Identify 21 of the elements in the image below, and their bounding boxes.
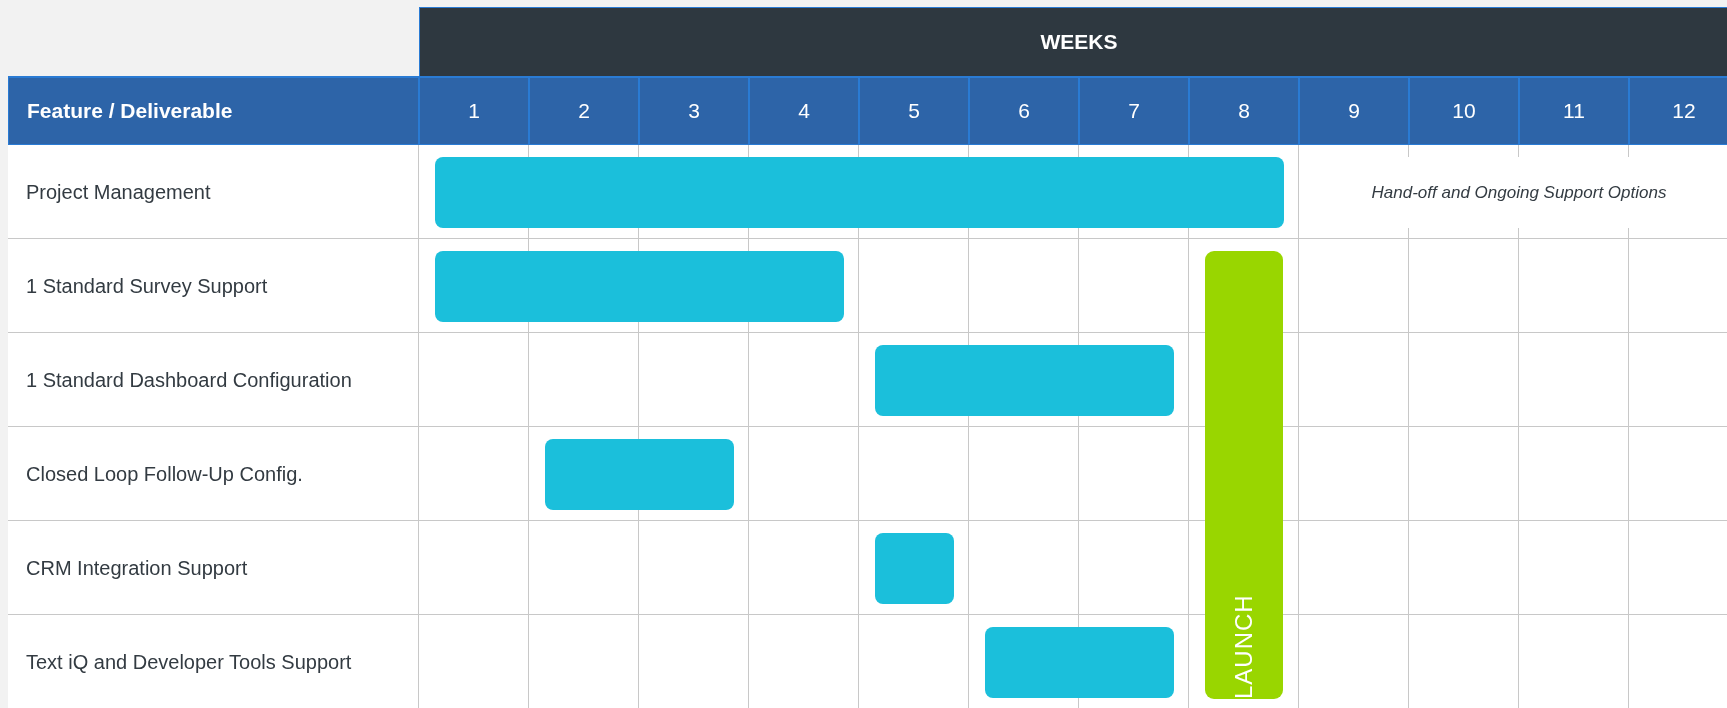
week-number: 6: [969, 76, 1079, 145]
week-number: 12: [1629, 76, 1727, 145]
deliverable-label: 1 Standard Dashboard Configuration: [8, 333, 419, 427]
week-number: 11: [1519, 76, 1629, 145]
week-number: 1: [419, 76, 529, 145]
deliverable-label: Text iQ and Developer Tools Support: [8, 615, 419, 708]
week-number: 8: [1189, 76, 1299, 145]
deliverable-label: CRM Integration Support: [8, 521, 419, 615]
weeks-header: WEEKS: [419, 7, 1727, 76]
week-number: 4: [749, 76, 859, 145]
week-number: 2: [529, 76, 639, 145]
week-number: 5: [859, 76, 969, 145]
deliverable-label: 1 Standard Survey Support: [8, 239, 419, 333]
launch-label: LAUNCH: [1229, 593, 1258, 699]
week-number: 3: [639, 76, 749, 145]
week-number: 7: [1079, 76, 1189, 145]
week-number: 10: [1409, 76, 1519, 145]
deliverable-label: Project Management: [8, 145, 419, 239]
week-number: 9: [1299, 76, 1409, 145]
column-header: Feature / Deliverable: [8, 76, 419, 145]
deliverable-label: Closed Loop Follow-Up Config.: [8, 427, 419, 521]
